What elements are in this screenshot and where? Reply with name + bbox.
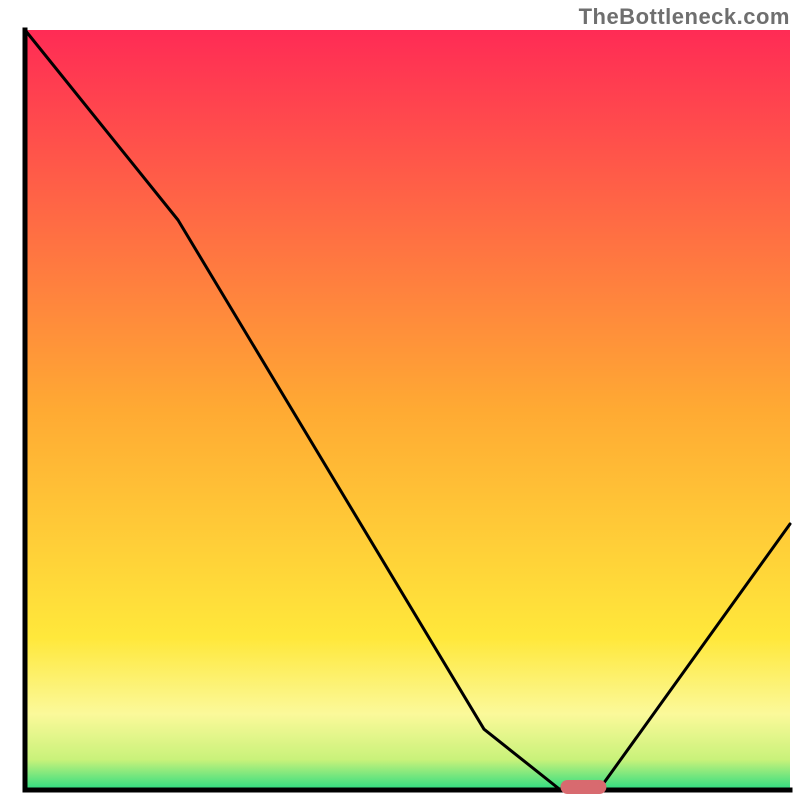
watermark-text: TheBottleneck.com [579, 4, 790, 30]
chart-background-gradient [25, 30, 790, 790]
chart-container: TheBottleneck.com [0, 0, 800, 800]
bottleneck-chart [0, 0, 800, 800]
optimal-point-marker [561, 780, 607, 794]
